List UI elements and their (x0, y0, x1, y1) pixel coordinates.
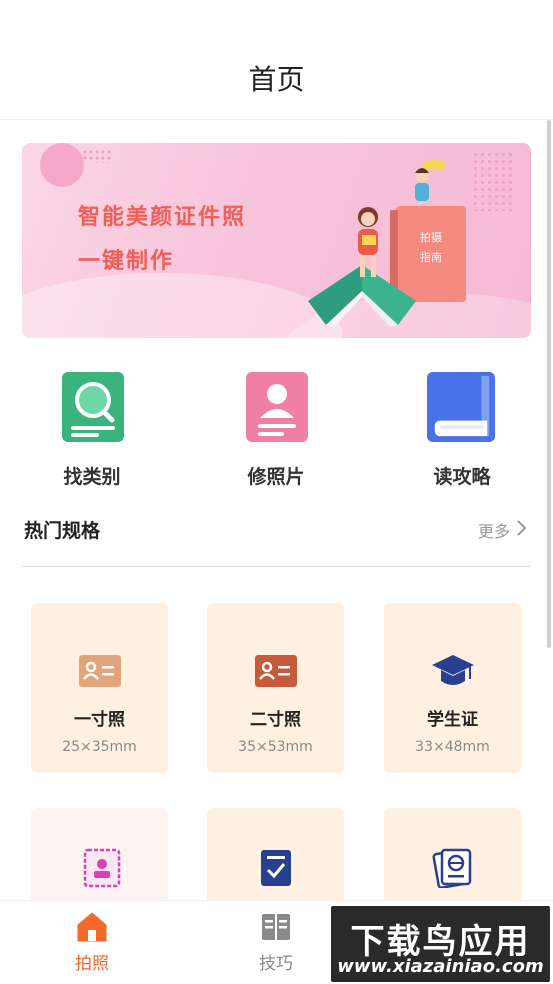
divider (22, 566, 531, 567)
passport-icon (432, 848, 472, 888)
article-icon (262, 914, 290, 940)
search-category-icon (62, 372, 124, 442)
top-bar: 首页 (0, 0, 553, 120)
profile-doc-icon (83, 848, 121, 888)
quick-action-label: 找类别 (63, 466, 121, 488)
scrollbar[interactable] (547, 120, 551, 648)
promo-banner[interactable]: 智能美颜证件照 一键制作 拍摄 指南 (22, 143, 531, 338)
banner-subheadline: 一键制作 (78, 249, 175, 274)
section-title: 热门规格 (24, 520, 101, 542)
spec-card-student-id[interactable]: 学生证 33×48mm (384, 603, 521, 773)
boy-illustration (415, 160, 446, 201)
tab-label: 技巧 (259, 954, 293, 974)
quick-action-label: 修照片 (247, 466, 305, 488)
dot-pattern (82, 149, 112, 163)
book-icon (426, 372, 496, 442)
spec-size: 35×53mm (238, 739, 313, 755)
banner-headline: 智能美颜证件照 (78, 205, 247, 230)
girl-illustration (358, 207, 378, 277)
spec-card-1inch[interactable]: 一寸照 25×35mm (31, 603, 168, 773)
find-category-button[interactable]: 找类别 (32, 372, 152, 492)
spec-size: 25×35mm (62, 739, 137, 755)
spec-name: 学生证 (427, 710, 478, 730)
dot-pattern (472, 151, 512, 211)
book-label: 拍摄 (420, 231, 442, 244)
home-icon (77, 912, 107, 942)
read-guide-button[interactable]: 读攻略 (402, 372, 522, 492)
spec-size: 33×48mm (415, 739, 490, 755)
tab-tips[interactable]: 技巧 (216, 901, 336, 984)
person-edit-icon (246, 372, 308, 442)
id-card-icon (79, 655, 121, 687)
banner-wave (22, 273, 342, 338)
more-link[interactable]: 更多 (478, 518, 510, 542)
edit-photo-button[interactable]: 修照片 (216, 372, 336, 492)
tab-label: 拍照 (75, 954, 109, 974)
quick-action-label: 读攻略 (433, 466, 491, 488)
balloon-decoration (40, 143, 84, 187)
spec-card-2inch[interactable]: 二寸照 35×53mm (207, 603, 344, 773)
checklist-icon (261, 850, 291, 886)
chevron-right-icon[interactable] (515, 518, 529, 538)
watermark-logo: 下载鸟应用 www.xiazainiao.com (331, 906, 550, 982)
spec-name: 一寸照 (74, 710, 125, 730)
watermark-url: www.xiazainiao.com (337, 956, 544, 977)
page-title: 首页 (248, 63, 305, 96)
id-card-icon (255, 655, 297, 687)
graduation-cap-icon (432, 655, 474, 685)
spec-name: 二寸照 (250, 710, 301, 730)
tab-photo[interactable]: 拍照 (32, 901, 152, 984)
book-label: 指南 (420, 251, 442, 264)
